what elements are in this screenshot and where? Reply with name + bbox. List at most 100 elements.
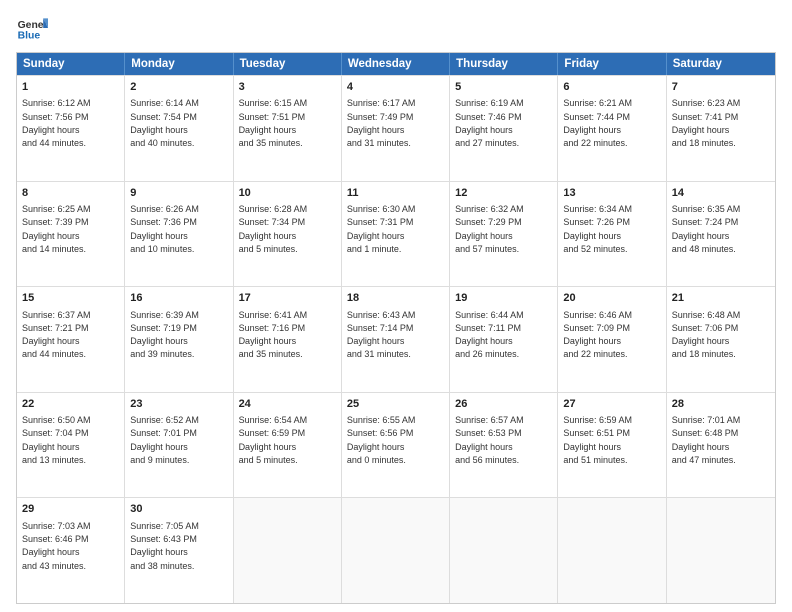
cal-cell: 23 Sunrise: 6:52 AMSunset: 7:01 PMDayligh…: [125, 393, 233, 498]
cal-cell: 29 Sunrise: 7:03 AMSunset: 6:46 PMDayligh…: [17, 498, 125, 603]
sun-info: Sunrise: 6:34 AMSunset: 7:26 PMDaylight …: [563, 204, 632, 254]
calendar-body: 1 Sunrise: 6:12 AMSunset: 7:56 PMDaylight…: [17, 75, 775, 603]
sun-info: Sunrise: 6:21 AMSunset: 7:44 PMDaylight …: [563, 98, 632, 148]
cal-cell: 8 Sunrise: 6:25 AMSunset: 7:39 PMDaylight…: [17, 182, 125, 287]
day-number: 18: [347, 291, 444, 306]
header-saturday: Saturday: [667, 53, 775, 75]
day-number: 30: [130, 502, 227, 517]
day-number: 23: [130, 397, 227, 412]
sun-info: Sunrise: 6:39 AMSunset: 7:19 PMDaylight …: [130, 310, 199, 360]
cal-cell: [667, 498, 775, 603]
cal-cell: 10Sunrise: 6:28 AMSunset: 7:34 PMDayligh…: [234, 182, 342, 287]
sun-info: Sunrise: 6:44 AMSunset: 7:11 PMDaylight …: [455, 310, 524, 360]
header-friday: Friday: [558, 53, 666, 75]
sun-info: Sunrise: 6:37 AMSunset: 7:21 PMDaylight …: [22, 310, 91, 360]
sun-info: Sunrise: 6:17 AMSunset: 7:49 PMDaylight …: [347, 98, 416, 148]
cal-cell: 15 Sunrise: 6:37 AMSunset: 7:21 PMDayligh…: [17, 287, 125, 392]
week-row-3: 22 Sunrise: 6:50 AMSunset: 7:04 PMDayligh…: [17, 392, 775, 498]
sun-info: Sunrise: 6:15 AMSunset: 7:51 PMDaylight …: [239, 98, 308, 148]
day-number: 7: [672, 80, 770, 95]
calendar: Sunday Monday Tuesday Wednesday Thursday…: [16, 52, 776, 604]
cal-cell: 27 Sunrise: 6:59 AMSunset: 6:51 PMDayligh…: [558, 393, 666, 498]
cal-cell: 5 Sunrise: 6:19 AMSunset: 7:46 PMDaylight…: [450, 76, 558, 181]
sun-info: Sunrise: 6:57 AMSunset: 6:53 PMDaylight …: [455, 415, 524, 465]
sun-info: Sunrise: 6:19 AMSunset: 7:46 PMDaylight …: [455, 98, 524, 148]
page: General Blue Sunday Monday Tuesday Wedne…: [0, 0, 792, 612]
cal-cell: 20Sunrise: 6:46 AMSunset: 7:09 PMDayligh…: [558, 287, 666, 392]
cal-cell: 30 Sunrise: 7:05 AMSunset: 6:43 PMDayligh…: [125, 498, 233, 603]
day-number: 5: [455, 80, 552, 95]
day-number: 12: [455, 186, 552, 201]
logo: General Blue: [16, 12, 48, 44]
cal-cell: 28Sunrise: 7:01 AMSunset: 6:48 PMDayligh…: [667, 393, 775, 498]
day-number: 21: [672, 291, 770, 306]
cal-cell: [234, 498, 342, 603]
day-number: 16: [130, 291, 227, 306]
day-number: 15: [22, 291, 119, 306]
cal-cell: 14 Sunrise: 6:35 AMSunset: 7:24 PMDayligh…: [667, 182, 775, 287]
sun-info: Sunrise: 6:32 AMSunset: 7:29 PMDaylight …: [455, 204, 524, 254]
sun-info: Sunrise: 6:48 AMSunset: 7:06 PMDaylight …: [672, 310, 741, 360]
header-thursday: Thursday: [450, 53, 558, 75]
cal-cell: 16 Sunrise: 6:39 AMSunset: 7:19 PMDayligh…: [125, 287, 233, 392]
day-number: 8: [22, 186, 119, 201]
sun-info: Sunrise: 6:59 AMSunset: 6:51 PMDaylight …: [563, 415, 632, 465]
header-sunday: Sunday: [17, 53, 125, 75]
header: General Blue: [16, 12, 776, 44]
sun-info: Sunrise: 6:43 AMSunset: 7:14 PMDaylight …: [347, 310, 416, 360]
cal-cell: 19Sunrise: 6:44 AMSunset: 7:11 PMDayligh…: [450, 287, 558, 392]
day-number: 9: [130, 186, 227, 201]
sun-info: Sunrise: 6:25 AMSunset: 7:39 PMDaylight …: [22, 204, 91, 254]
sun-info: Sunrise: 6:50 AMSunset: 7:04 PMDaylight …: [22, 415, 91, 465]
day-number: 13: [563, 186, 660, 201]
day-number: 14: [672, 186, 770, 201]
cal-cell: 12 Sunrise: 6:32 AMSunset: 7:29 PMDayligh…: [450, 182, 558, 287]
calendar-header: Sunday Monday Tuesday Wednesday Thursday…: [17, 53, 775, 75]
cal-cell: 7 Sunrise: 6:23 AMSunset: 7:41 PMDaylight…: [667, 76, 775, 181]
day-number: 4: [347, 80, 444, 95]
sun-info: Sunrise: 7:01 AMSunset: 6:48 PMDaylight …: [672, 415, 741, 465]
week-row-0: 1 Sunrise: 6:12 AMSunset: 7:56 PMDaylight…: [17, 75, 775, 181]
cal-cell: 21 Sunrise: 6:48 AMSunset: 7:06 PMDayligh…: [667, 287, 775, 392]
header-monday: Monday: [125, 53, 233, 75]
sun-info: Sunrise: 6:35 AMSunset: 7:24 PMDaylight …: [672, 204, 741, 254]
cal-cell: 25 Sunrise: 6:55 AMSunset: 6:56 PMDayligh…: [342, 393, 450, 498]
sun-info: Sunrise: 7:05 AMSunset: 6:43 PMDaylight …: [130, 521, 199, 571]
week-row-1: 8 Sunrise: 6:25 AMSunset: 7:39 PMDaylight…: [17, 181, 775, 287]
sun-info: Sunrise: 6:55 AMSunset: 6:56 PMDaylight …: [347, 415, 416, 465]
day-number: 26: [455, 397, 552, 412]
sun-info: Sunrise: 6:12 AMSunset: 7:56 PMDaylight …: [22, 98, 91, 148]
day-number: 1: [22, 80, 119, 95]
day-number: 11: [347, 186, 444, 201]
sun-info: Sunrise: 6:41 AMSunset: 7:16 PMDaylight …: [239, 310, 308, 360]
sun-info: Sunrise: 7:03 AMSunset: 6:46 PMDaylight …: [22, 521, 91, 571]
day-number: 27: [563, 397, 660, 412]
day-number: 25: [347, 397, 444, 412]
sun-info: Sunrise: 6:14 AMSunset: 7:54 PMDaylight …: [130, 98, 199, 148]
cal-cell: [450, 498, 558, 603]
cal-cell: 3 Sunrise: 6:15 AMSunset: 7:51 PMDaylight…: [234, 76, 342, 181]
sun-info: Sunrise: 6:52 AMSunset: 7:01 PMDaylight …: [130, 415, 199, 465]
day-number: 22: [22, 397, 119, 412]
day-number: 6: [563, 80, 660, 95]
cal-cell: 11Sunrise: 6:30 AMSunset: 7:31 PMDayligh…: [342, 182, 450, 287]
cal-cell: 9 Sunrise: 6:26 AMSunset: 7:36 PMDaylight…: [125, 182, 233, 287]
day-number: 29: [22, 502, 119, 517]
day-number: 24: [239, 397, 336, 412]
cal-cell: 2 Sunrise: 6:14 AMSunset: 7:54 PMDaylight…: [125, 76, 233, 181]
cal-cell: [558, 498, 666, 603]
sun-info: Sunrise: 6:23 AMSunset: 7:41 PMDaylight …: [672, 98, 741, 148]
cal-cell: [342, 498, 450, 603]
cal-cell: 13 Sunrise: 6:34 AMSunset: 7:26 PMDayligh…: [558, 182, 666, 287]
day-number: 2: [130, 80, 227, 95]
sun-info: Sunrise: 6:26 AMSunset: 7:36 PMDaylight …: [130, 204, 199, 254]
week-row-2: 15 Sunrise: 6:37 AMSunset: 7:21 PMDayligh…: [17, 286, 775, 392]
header-wednesday: Wednesday: [342, 53, 450, 75]
logo-icon: General Blue: [16, 12, 48, 44]
cal-cell: 6 Sunrise: 6:21 AMSunset: 7:44 PMDaylight…: [558, 76, 666, 181]
cal-cell: 4 Sunrise: 6:17 AMSunset: 7:49 PMDaylight…: [342, 76, 450, 181]
cal-cell: 18 Sunrise: 6:43 AMSunset: 7:14 PMDayligh…: [342, 287, 450, 392]
cal-cell: 17Sunrise: 6:41 AMSunset: 7:16 PMDayligh…: [234, 287, 342, 392]
day-number: 3: [239, 80, 336, 95]
cal-cell: 1 Sunrise: 6:12 AMSunset: 7:56 PMDaylight…: [17, 76, 125, 181]
